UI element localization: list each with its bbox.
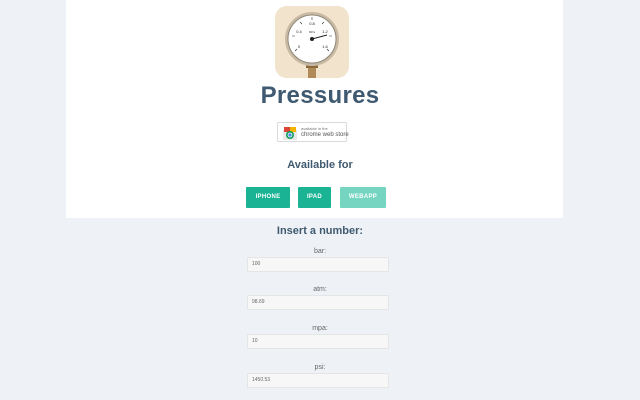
pressure-gauge-icon: 0.8 0.4 1.2 0 1.6 MPa: [275, 6, 349, 78]
atm-input[interactable]: 98.69: [247, 295, 389, 310]
chrome-store-icon: [283, 127, 297, 140]
bar-label: bar:: [313, 248, 327, 255]
gauge-label: 1.2: [322, 29, 328, 34]
mpa-input[interactable]: 10: [247, 334, 389, 349]
ipad-button[interactable]: IPAD: [298, 187, 331, 208]
webapp-button[interactable]: WEBAPP: [340, 187, 386, 208]
mpa-label: mpa:: [312, 325, 328, 332]
badge-small-text: available in the: [301, 126, 328, 131]
gauge-label: 0.8: [309, 21, 315, 26]
iphone-button[interactable]: IPHONE: [246, 187, 290, 208]
gauge-label: 0.4: [296, 29, 302, 34]
available-for-heading: Available for: [287, 159, 353, 171]
converter-heading: Insert a number:: [276, 225, 364, 237]
gauge-label: 1.6: [322, 44, 328, 49]
psi-label: psi:: [314, 364, 326, 371]
app-title: Pressures: [260, 82, 380, 109]
bar-input[interactable]: 100: [247, 257, 389, 272]
gauge-unit: MPa: [309, 30, 316, 34]
chrome-web-store-badge[interactable]: available in the chrome web store: [277, 122, 349, 142]
badge-big-text: chrome web store: [301, 132, 349, 138]
psi-input[interactable]: 1450.53: [247, 373, 389, 388]
atm-label: atm:: [313, 286, 327, 293]
